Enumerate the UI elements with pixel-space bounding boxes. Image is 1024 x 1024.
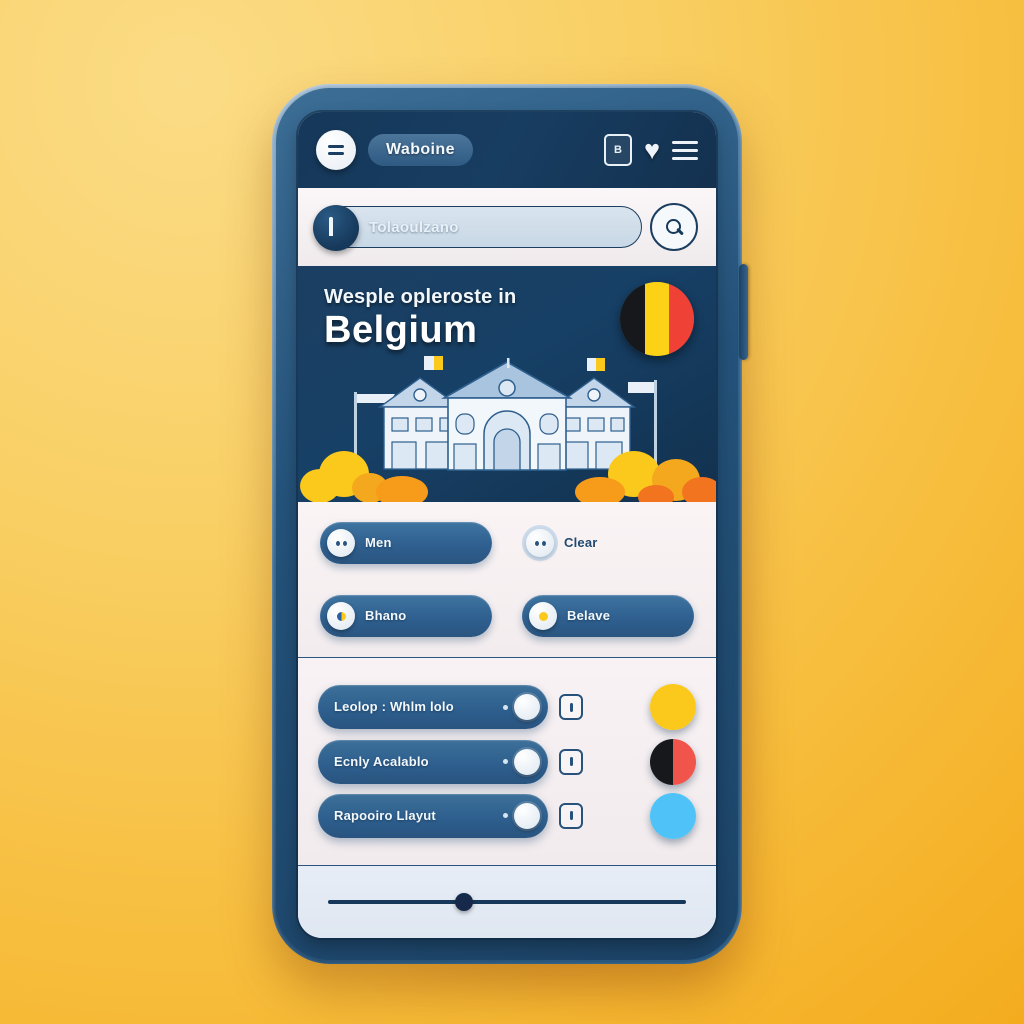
option-toggle-ecnly-acalablo[interactable]: Ecnly Acalablo (318, 739, 548, 784)
search-submit-button[interactable] (650, 203, 698, 251)
tag-badge-icon[interactable] (548, 694, 594, 721)
card-glyph: B (613, 144, 622, 156)
filter-chip-belave[interactable]: Belave (522, 595, 694, 637)
yellow-dot-icon (529, 602, 557, 630)
bottom-bar (298, 866, 716, 938)
hero-banner: Wesple opleroste in Belgium (298, 266, 716, 502)
toggle-tick (503, 759, 508, 764)
black-red-swatch[interactable] (650, 738, 696, 785)
filter-chip-label: Men (365, 535, 392, 550)
phone-screen: Waboine B ♥ Tolaoulzano Wesple opleroste… (298, 112, 716, 938)
hamburger-menu-icon[interactable] (672, 140, 698, 160)
filter-chip-label: Belave (567, 608, 611, 623)
filter-chip-label: Bhano (365, 608, 407, 623)
search-icon (665, 218, 684, 236)
filter-chip-clear[interactable]: Clear (522, 522, 694, 564)
heart-icon[interactable]: ♥ (644, 136, 660, 164)
filter-row: Men Clear (320, 522, 694, 564)
light-blue-swatch[interactable] (650, 792, 696, 839)
menu-circle-button[interactable] (316, 130, 356, 170)
hero-title: Belgium (324, 309, 478, 351)
filter-row: Bhano Belave (320, 595, 694, 637)
option-toggle-leolop[interactable]: Leolop : Whlm lolo (318, 685, 548, 730)
toggle-tick (503, 704, 508, 710)
filter-chip-bhano[interactable]: Bhano (320, 595, 492, 637)
belgium-flag-icon (620, 282, 694, 356)
tag-badge-icon[interactable] (548, 802, 594, 829)
slider-handle[interactable] (455, 893, 474, 911)
hero-subtitle: Wesple opleroste in (324, 286, 517, 308)
blue-yellow-dot-icon (327, 602, 355, 630)
belgium-buildings-illustration (300, 356, 716, 502)
yellow-swatch[interactable] (650, 684, 696, 731)
power-button[interactable] (739, 264, 748, 360)
options-list: Leolop : Whlm lolo Ecnly Acalablo Rapooi… (298, 658, 716, 866)
option-label: Rapooiro Llayut (334, 807, 436, 823)
eyes-dot-icon (526, 529, 554, 557)
search-bar: Tolaoulzano (298, 188, 716, 266)
toggle-tick (503, 813, 508, 819)
search-placeholder: Tolaoulzano (369, 218, 459, 236)
filter-chip-men[interactable]: Men (320, 522, 492, 564)
list-item: Ecnly Acalablo (318, 738, 696, 785)
equals-icon (328, 145, 344, 155)
option-toggle-rapooiro-llayut[interactable]: Rapooiro Llayut (318, 793, 548, 838)
brand-badge[interactable]: Waboine (368, 134, 473, 166)
search-input[interactable]: Tolaoulzano (313, 205, 642, 251)
eyes-dot-icon (327, 529, 355, 557)
filter-section: Men Clear Bhano Belave (298, 502, 716, 658)
toggle-knob[interactable] (514, 694, 540, 721)
option-label: Ecnly Acalablo (334, 753, 429, 769)
option-label: Leolop : Whlm lolo (334, 699, 454, 715)
top-navigation-bar: Waboine B ♥ (298, 112, 716, 188)
filter-chip-label: Clear (564, 535, 598, 550)
bottom-slider[interactable] (328, 893, 686, 911)
toggle-knob[interactable] (514, 802, 540, 829)
list-item: Leolop : Whlm lolo (318, 684, 696, 731)
lock-icon (313, 205, 359, 251)
list-item: Rapooiro Llayut (318, 792, 696, 839)
tag-badge-icon[interactable] (548, 748, 594, 775)
bookmark-card-icon[interactable]: B (603, 134, 632, 166)
hero-text-block: Wesple opleroste in Belgium (324, 286, 516, 351)
toggle-knob[interactable] (514, 748, 540, 775)
